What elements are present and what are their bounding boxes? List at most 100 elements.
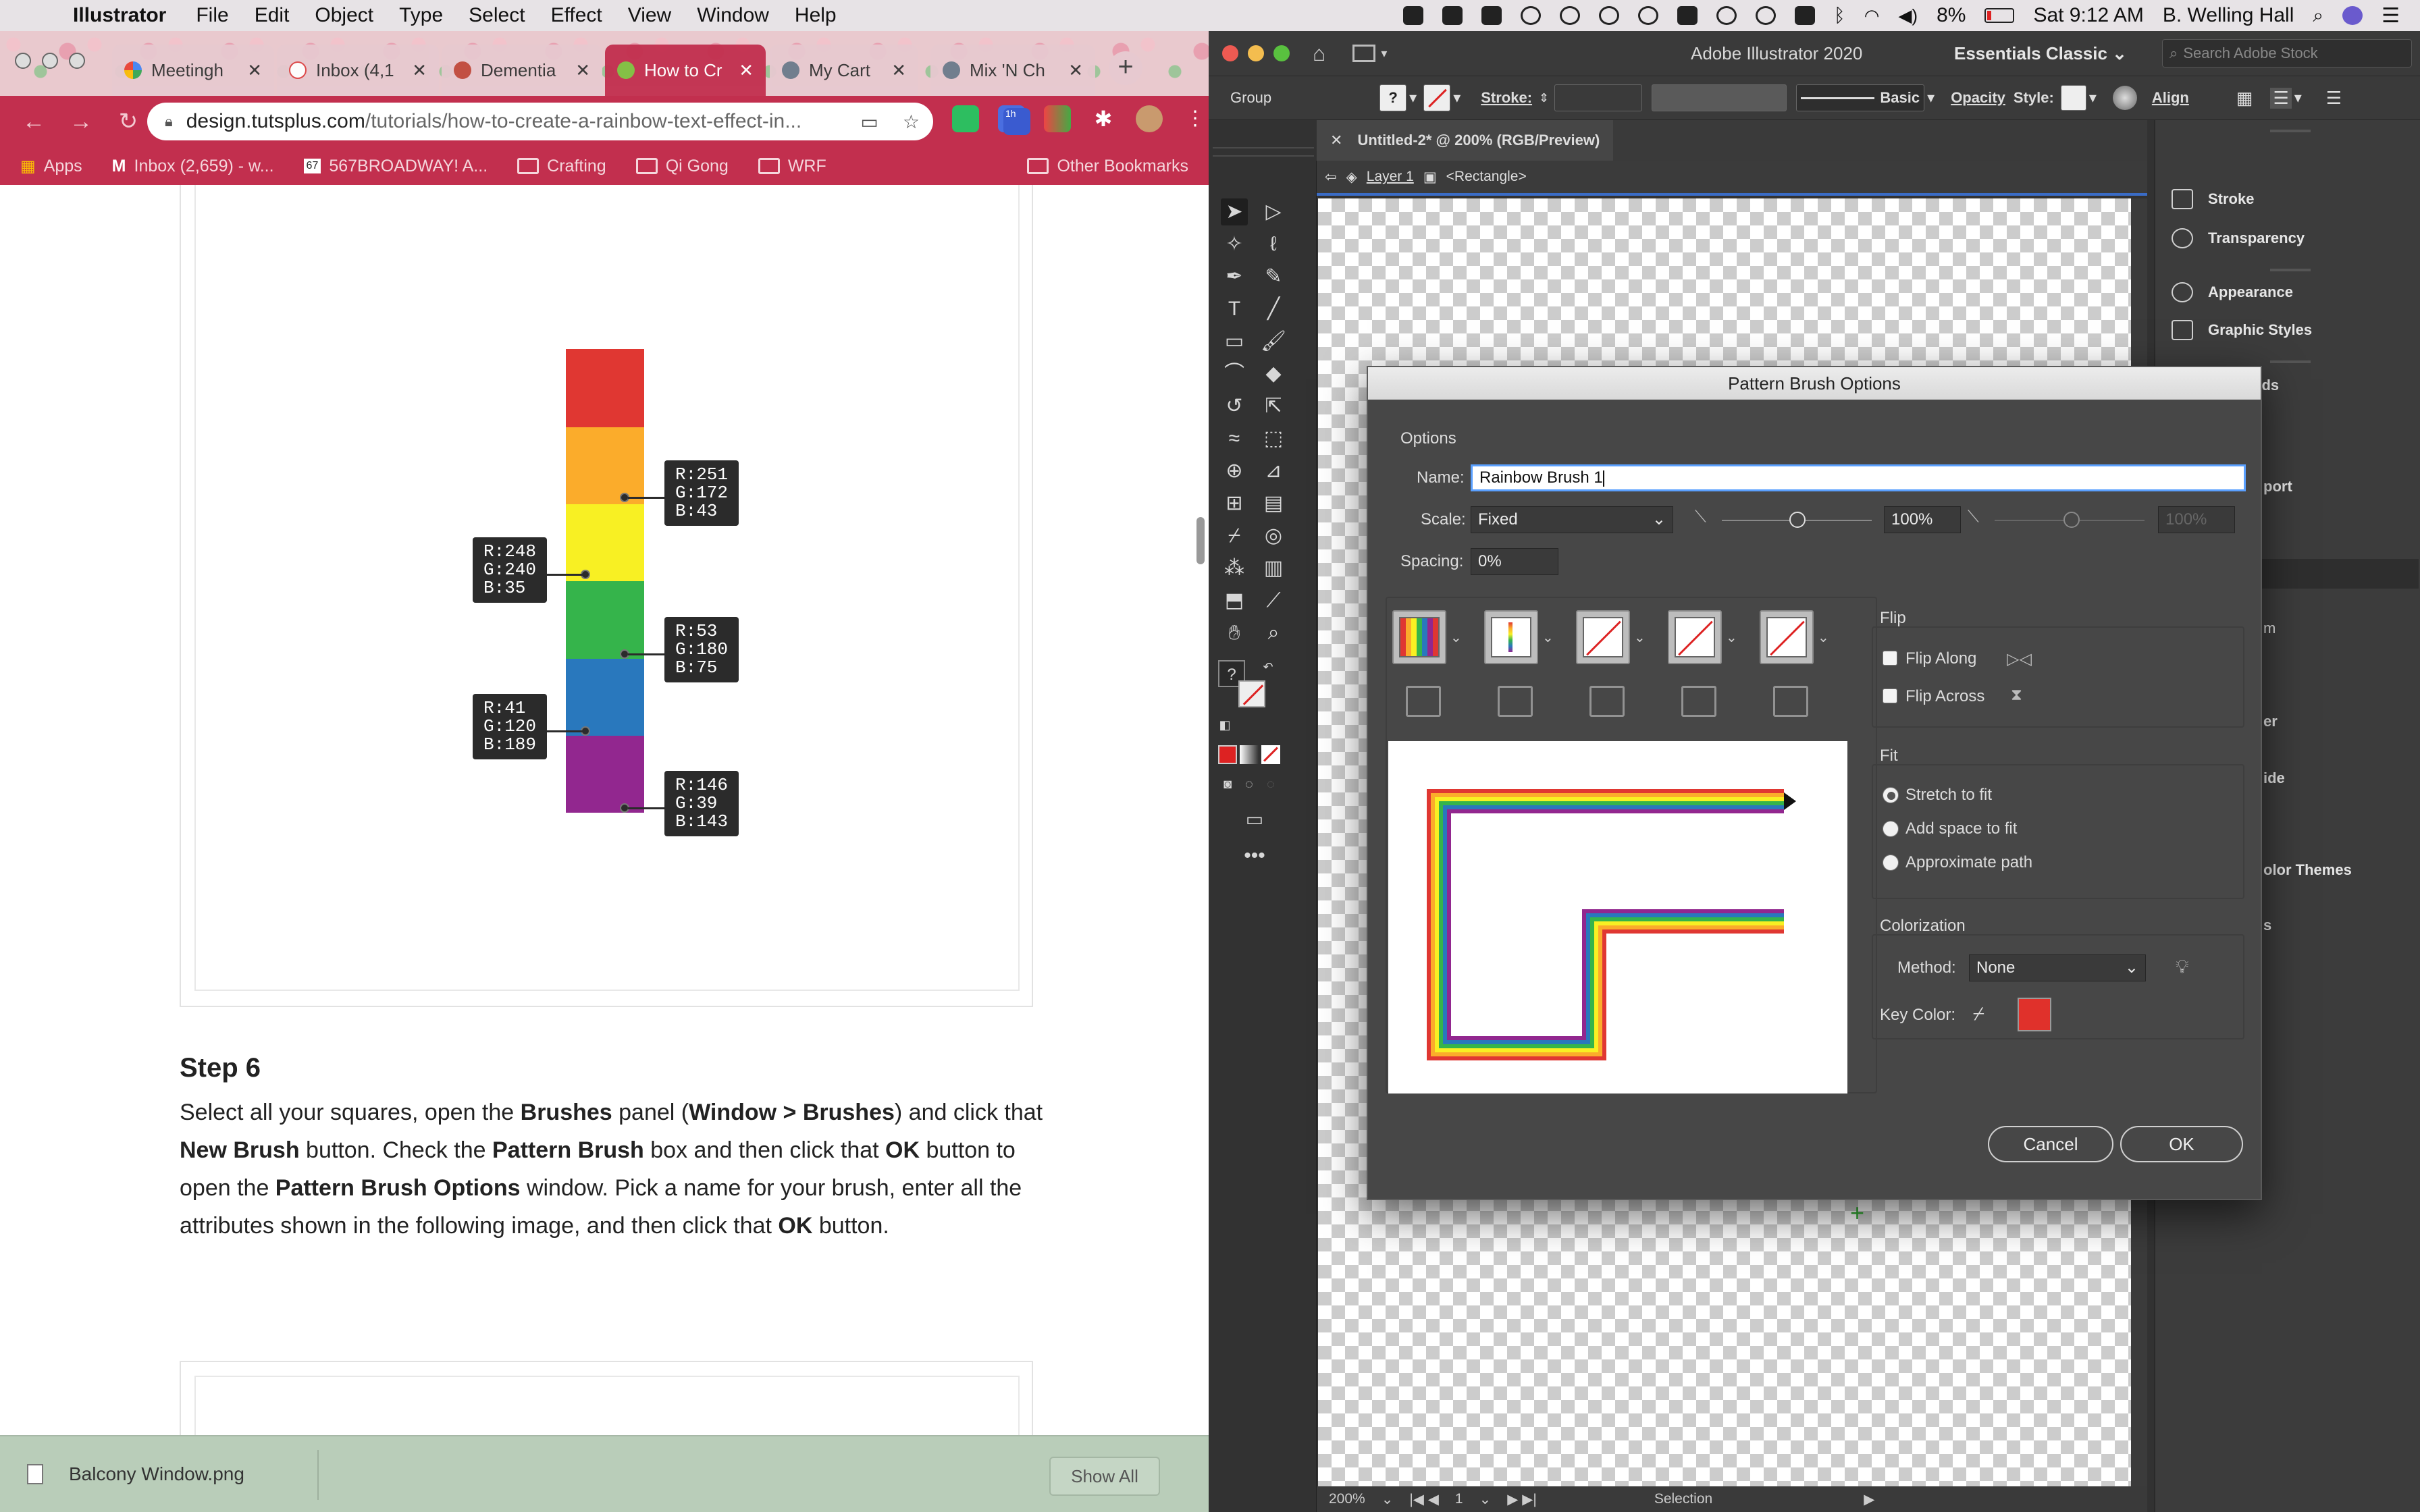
chevron-down-icon[interactable]: ▾ [1453,89,1461,107]
stroke-weight-input[interactable] [1554,84,1643,111]
browser-tab[interactable]: Inbox (4,1 ✕ [277,45,439,96]
document-tab[interactable]: ✕ Untitled-2* @ 200% (RGB/Preview) [1317,120,1614,161]
eyedropper-icon[interactable]: ⌿ [1973,1003,1984,1025]
arrange-icon[interactable]: ☰ [2270,87,2292,109]
dropbox-icon[interactable] [1442,6,1463,25]
pen-tool-icon[interactable]: ✒ [1221,263,1248,290]
volume-icon[interactable]: ◀) [1898,5,1918,26]
tips-lightbulb-icon[interactable]: 💡︎ [2176,956,2189,978]
scale-select[interactable]: Fixed ⌄ [1471,506,1673,533]
panel-fragment[interactable]: port [2263,478,2292,495]
transform-icon[interactable]: ▦ [2236,88,2253,109]
bookmark-star-icon[interactable]: ☆ [903,111,920,133]
cloud-icon[interactable] [1481,6,1502,25]
mesh-tool-icon[interactable]: ⊞ [1221,490,1248,517]
hand-tool-icon[interactable]: ✋︎ [1221,620,1248,647]
side-tile[interactable] [1392,610,1446,664]
chevron-down-icon[interactable]: ▾ [1381,47,1387,61]
download-item[interactable]: Balcony Window.png [27,1463,244,1485]
edit-toolbar-icon[interactable]: ••• [1238,842,1271,869]
bookmark-crafting[interactable]: Crafting [517,157,606,176]
rectangle-tool-icon[interactable]: ▭ [1221,328,1248,355]
variable-width-profile[interactable] [1652,84,1787,111]
chevron-down-icon[interactable]: ⌄ [1382,1491,1394,1508]
shape-builder-tool-icon[interactable]: ⊕ [1221,458,1248,485]
stock-search-input[interactable]: ⌕ Search Adobe Stock [2162,39,2412,68]
outer-corner-tile[interactable] [1484,610,1538,664]
show-all-button[interactable]: Show All [1049,1457,1160,1496]
brush-definition[interactable]: Basic [1796,84,1925,111]
browser-tab-active[interactable]: How to Cr ✕ [605,45,766,96]
close-tab-icon[interactable]: ✕ [247,60,262,81]
browser-tab[interactable]: My Cart ✕ [770,45,918,96]
menu-edit[interactable]: Edit [255,4,290,27]
close-window-button[interactable] [1222,45,1238,61]
panel-appearance[interactable]: Appearance [2172,282,2293,302]
artboard-number[interactable]: 1 [1455,1491,1463,1507]
browser-tab[interactable]: Mix 'N Ch ✕ [930,45,1095,96]
bookmark-other[interactable]: Other Bookmarks [1027,157,1188,176]
artboard-nav-next-icon[interactable]: ▶ ▶| [1507,1491,1537,1508]
stroke-stepper[interactable]: ⇕ [1539,91,1549,105]
menu-select[interactable]: Select [469,4,525,27]
symbol-sprayer-tool-icon[interactable]: ⁂ [1221,555,1248,582]
draw-normal-icon[interactable]: ◙ [1218,775,1237,794]
extensions-puzzle-icon[interactable]: ✱ [1090,105,1117,132]
bookmark-wrf[interactable]: WRF [758,157,826,176]
style-swatch[interactable] [2060,85,2086,111]
forward-arrow-icon[interactable]: → [68,109,95,135]
curvature-tool-icon[interactable]: ✎ [1260,263,1287,290]
browser-tab[interactable]: Meetingh ✕ [112,45,274,96]
status-circle-icon[interactable] [1559,6,1580,25]
chevron-down-icon[interactable]: ⌄ [1450,629,1462,646]
minimize-window-button[interactable] [1248,45,1264,61]
bookmark-apps[interactable]: ▦ Apps [20,157,82,176]
bookmark-gmail[interactable]: M Inbox (2,659) - w... [112,157,274,176]
draw-inside-icon[interactable]: ◌ [1261,775,1280,794]
close-tab-icon[interactable]: ✕ [891,60,906,81]
color-extension-icon[interactable] [1044,105,1071,132]
chevron-down-icon[interactable]: ⌄ [1542,629,1554,646]
minimize-window-button[interactable] [42,53,58,69]
control-center-icon[interactable]: ☰ [2382,4,2400,28]
opacity-label[interactable]: Opacity [1951,89,2005,107]
zoom-window-button[interactable] [69,53,85,69]
draw-behind-icon[interactable]: ◌ [1240,775,1259,794]
stretch-to-fit-radio[interactable] [1883,787,1899,803]
artboard-tool-icon[interactable]: ⬒ [1221,587,1248,614]
paintbrush-tool-icon[interactable]: 🖌︎ [1260,328,1287,355]
bookmark-qigong[interactable]: Qi Gong [635,157,729,176]
panel-transparency[interactable]: Transparency [2172,228,2305,248]
start-tile[interactable] [1668,610,1722,664]
rotate-tool-icon[interactable]: ↺ [1221,393,1248,420]
blend-tool-icon[interactable]: ◎ [1260,522,1287,549]
recolor-icon[interactable] [2112,86,2137,110]
panel-graphic-styles[interactable]: Graphic Styles [2172,320,2312,340]
scale-slider-handle[interactable] [1789,512,1806,528]
direct-selection-tool-icon[interactable]: ▷ [1260,198,1287,225]
back-arrow-icon[interactable]: ⇦ [1325,169,1337,186]
chevron-down-icon[interactable]: ⌄ [1479,1491,1492,1508]
ok-button[interactable]: OK [2120,1126,2243,1162]
close-tab-icon[interactable]: ✕ [1330,132,1342,149]
lasso-tool-icon[interactable]: ℓ [1260,231,1287,258]
line-tool-icon[interactable]: ╱ [1260,296,1287,323]
more-menu-icon[interactable]: ⋮ [1182,105,1209,132]
reload-icon[interactable]: ↻ [115,108,142,135]
scale-tool-icon[interactable]: ⇱ [1260,393,1287,420]
address-bar[interactable]: 🔒︎ design.tutsplus.com/tutorials/how-to-… [147,103,933,140]
menu-window[interactable]: Window [697,4,769,27]
lock-icon[interactable]: 🔒︎ [165,113,173,130]
apple-logo-icon[interactable] [26,4,49,27]
close-tab-icon[interactable]: ✕ [575,60,590,81]
chevron-down-icon[interactable]: ▾ [2294,89,2302,107]
approximate-path-radio[interactable] [1883,855,1899,871]
default-colors-icon[interactable]: ◧ [1217,717,1233,733]
none-mode-icon[interactable] [1261,745,1280,764]
workspace-switcher[interactable]: Essentials Classic ⌄ [1954,43,2127,64]
close-tab-icon[interactable]: ✕ [1068,60,1083,81]
artboard-nav-first-icon[interactable]: |◀ ◀ [1409,1491,1439,1508]
chevron-down-icon[interactable]: ▾ [1927,89,1935,107]
screen-icon[interactable] [1794,6,1815,25]
siri-icon[interactable] [2342,6,2363,25]
